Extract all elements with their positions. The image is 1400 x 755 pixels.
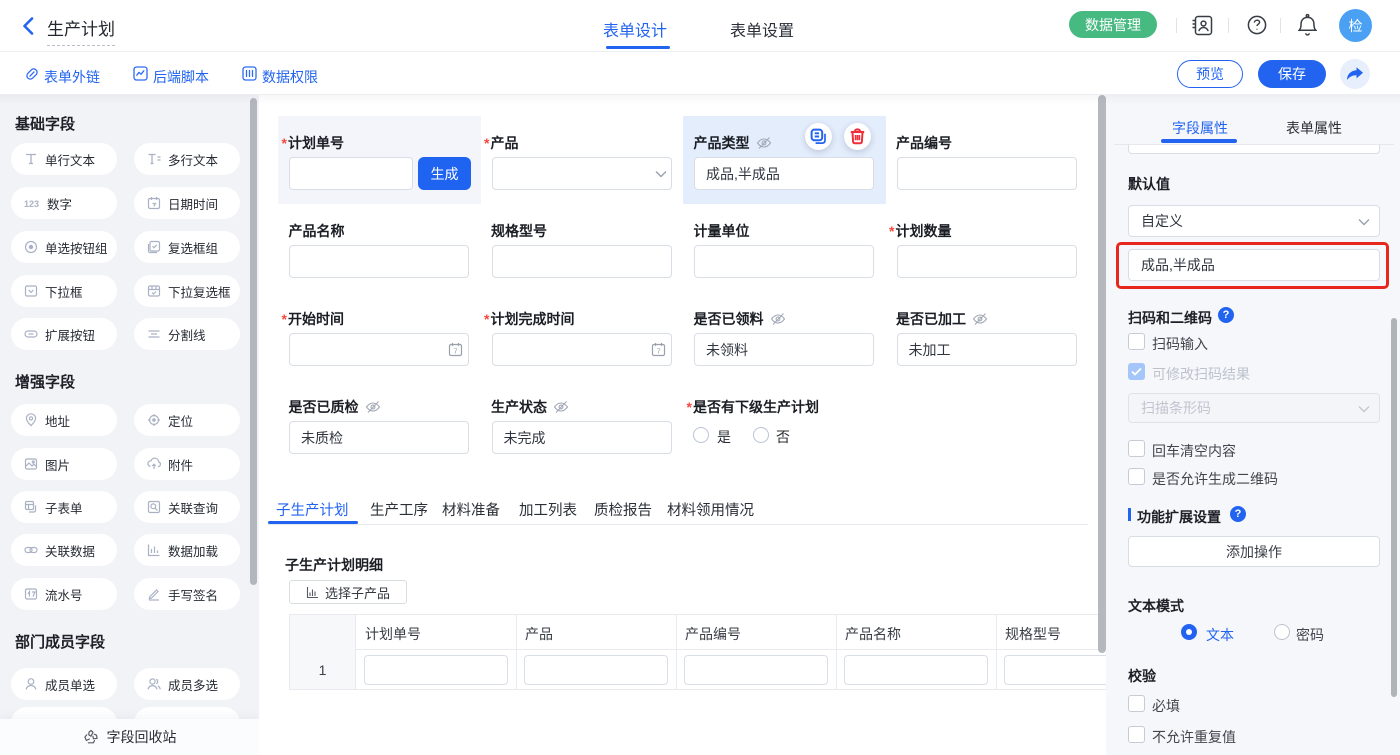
svg-text:7: 7 [454, 347, 458, 356]
svg-text:123: 123 [24, 199, 39, 209]
svg-text:7: 7 [656, 347, 660, 356]
